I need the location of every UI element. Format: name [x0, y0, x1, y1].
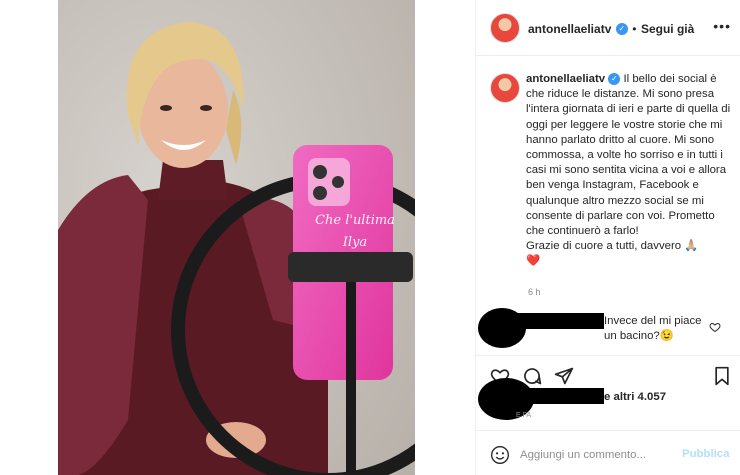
post-header: antonellaeliatv ✓ • Segui già •••: [476, 0, 740, 56]
likes-count[interactable]: e altri 4.057: [604, 391, 666, 403]
caption-username[interactable]: antonellaeliatv: [526, 73, 605, 85]
left-margin: [0, 0, 58, 475]
caption-thanks: Grazie di cuore a tutti, davvero 🙏🏼: [526, 240, 699, 253]
comment-text: Invece del mi piace un bacino?😉: [604, 315, 702, 343]
caption: antonellaeliatv ✓ Il bello dei social è …: [526, 72, 731, 270]
caption-text: Il bello dei social è che riduce le dist…: [526, 73, 731, 238]
verified-icon: ✓: [615, 22, 628, 35]
like-comment-icon[interactable]: [709, 320, 721, 333]
post-side-panel: antonellaeliatv ✓ • Segui già ••• antone…: [475, 0, 740, 475]
post-date: E FA: [516, 412, 532, 419]
redacted-username: [516, 313, 604, 329]
share-icon[interactable]: [554, 366, 574, 386]
add-comment-bar: Pubblica: [476, 430, 740, 475]
avatar[interactable]: [490, 13, 520, 43]
verified-icon: ✓: [608, 72, 621, 85]
more-options-icon[interactable]: •••: [713, 18, 731, 34]
follow-button[interactable]: Segui già: [641, 22, 694, 36]
header-dot: •: [632, 22, 637, 36]
header-username[interactable]: antonellaeliatv: [528, 22, 611, 36]
phone-case-text: Che l'ultima Ilya: [315, 213, 395, 250]
redacted-liker-name: [516, 388, 604, 404]
bookmark-icon[interactable]: [712, 366, 732, 386]
caption-heart: ❤️: [526, 255, 541, 268]
header-user-row: antonellaeliatv ✓ • Segui già: [528, 20, 694, 38]
post-photo[interactable]: Che l'ultima Ilya: [58, 0, 415, 475]
comment-input[interactable]: [520, 446, 670, 464]
caption-avatar[interactable]: [490, 73, 520, 103]
publish-button[interactable]: Pubblica: [682, 448, 729, 460]
post-time[interactable]: 6 h: [528, 287, 541, 297]
emoji-icon[interactable]: [490, 445, 510, 465]
middle-margin: [415, 0, 475, 475]
